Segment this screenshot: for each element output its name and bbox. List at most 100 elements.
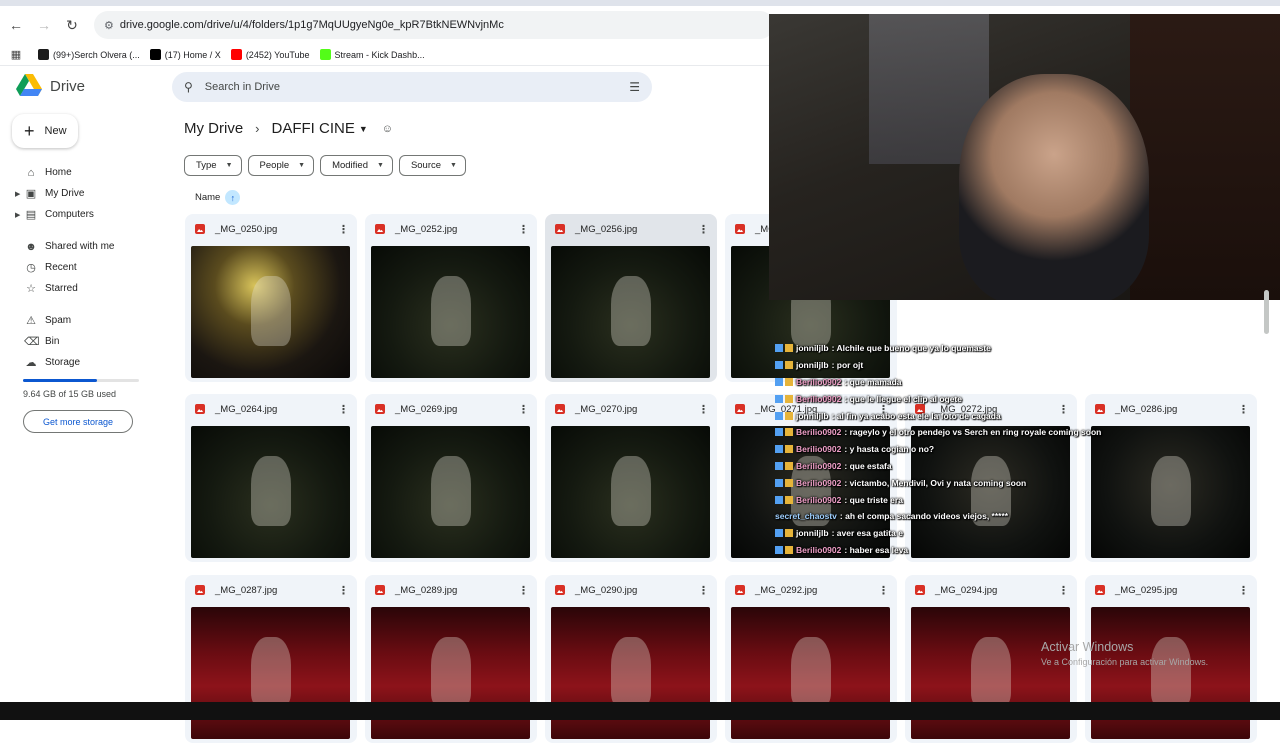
breadcrumb-current-folder[interactable]: DAFFI CINE (272, 120, 355, 137)
filter-people[interactable]: People ▼ (247, 155, 315, 176)
file-thumbnail[interactable] (551, 246, 710, 378)
get-more-storage-button[interactable]: Get more storage (23, 410, 133, 433)
filter-type[interactable]: Type ▼ (184, 155, 242, 176)
file-name: _MG_0250.jpg (215, 223, 278, 235)
search-input[interactable]: ⚲ Search in Drive ☰ (172, 72, 652, 102)
more-options-icon[interactable]: ⋮ (518, 223, 529, 236)
address-bar[interactable]: ⚙ drive.google.com/drive/u/4/folders/1p1… (94, 11, 774, 39)
file-card-header: _MG_0256.jpg ⋮ (545, 214, 717, 244)
sidebar-item-computers[interactable]: ▶ ▤ Computers (0, 204, 168, 225)
chat-username: jonniljlb (796, 410, 829, 421)
more-options-icon[interactable]: ⋮ (338, 223, 349, 236)
storage-meter (23, 379, 139, 382)
chat-badge-icon (785, 461, 793, 470)
sidebar-item-my-drive[interactable]: ▶ ▣ My Drive (0, 183, 168, 204)
sidebar-item-storage[interactable]: ☁ Storage (0, 352, 168, 373)
chat-message: jonniljlb: por ojt (775, 357, 1115, 374)
more-options-icon[interactable]: ⋮ (1238, 403, 1249, 416)
file-card[interactable]: _MG_0269.jpg ⋮ (365, 394, 537, 562)
file-card-header: _MG_0289.jpg ⋮ (365, 575, 537, 605)
chat-badge-icon (785, 529, 793, 538)
chat-username: secret_chaostv (775, 511, 837, 522)
tiktok-icon (38, 49, 49, 60)
search-icon: ⚲ (184, 80, 193, 94)
file-card[interactable]: _MG_0270.jpg ⋮ (545, 394, 717, 562)
apps-grid-icon[interactable]: ▦ (4, 43, 28, 67)
chat-message: Berilio0902: victambo, Mendivil, Ovi y n… (775, 474, 1115, 491)
image-file-icon (555, 404, 565, 414)
sidebar-item-shared[interactable]: ☻ Shared with me (0, 236, 168, 257)
more-options-icon[interactable]: ⋮ (698, 223, 709, 236)
chat-message: Berilio0902: rageylo y el otro pendejo v… (775, 424, 1115, 441)
bookmark-item[interactable]: (99+)Serch Olvera (... (38, 49, 140, 60)
search-options-icon[interactable]: ☰ (629, 80, 640, 94)
sidebar-item-starred[interactable]: ☆ Starred (0, 278, 168, 299)
sort-ascending-icon[interactable]: ↑ (225, 190, 241, 205)
more-options-icon[interactable]: ⋮ (338, 403, 349, 416)
site-info-icon[interactable]: ⚙ (104, 19, 114, 32)
chat-badge-icon (775, 495, 783, 504)
chat-username: jonniljlb (796, 360, 829, 371)
chat-badge-icon (785, 361, 793, 370)
caret-down-icon[interactable]: ▼ (359, 124, 368, 134)
filter-source[interactable]: Source ▼ (398, 155, 466, 176)
sidebar-item-recent[interactable]: ◷ Recent (0, 257, 168, 278)
chat-badge-icon (775, 411, 783, 420)
chat-badge-icon (775, 361, 783, 370)
trash-icon: ⌫ (24, 336, 40, 348)
file-thumbnail[interactable] (191, 426, 350, 558)
file-name: _MG_0287.jpg (215, 584, 278, 596)
people-icon: ☻ (25, 240, 37, 253)
chat-message: Berilio0902: que mamada (775, 374, 1115, 391)
file-card[interactable]: _MG_0250.jpg ⋮ (185, 214, 357, 382)
bookmark-item[interactable]: (17) Home / X (149, 49, 221, 60)
image-file-icon (375, 224, 385, 234)
storage-text: 9.64 GB of 15 GB used (23, 389, 117, 399)
bookmark-item[interactable]: Stream - Kick Dashb... (319, 49, 425, 60)
more-options-icon[interactable]: ⋮ (338, 584, 349, 597)
expand-icon[interactable]: ▶ (15, 190, 20, 198)
filter-modified[interactable]: Modified ▼ (320, 155, 393, 176)
file-card-header: _MG_0287.jpg ⋮ (185, 575, 357, 605)
bookmark-item[interactable]: (2452) YouTube (230, 49, 310, 60)
sort-by-name[interactable]: Name ↑ (195, 190, 241, 205)
file-card[interactable]: _MG_0252.jpg ⋮ (365, 214, 537, 382)
more-options-icon[interactable]: ⋮ (878, 584, 889, 597)
more-options-icon[interactable]: ⋮ (518, 584, 529, 597)
file-name: _MG_0269.jpg (395, 403, 458, 415)
x-icon (149, 49, 161, 60)
shared-folder-icon[interactable]: ☺ (382, 123, 393, 135)
file-card[interactable]: _MG_0264.jpg ⋮ (185, 394, 357, 562)
drive-logo[interactable]: Drive (16, 74, 85, 98)
image-file-icon (555, 585, 565, 595)
more-options-icon[interactable]: ⋮ (698, 403, 709, 416)
sidebar-item-bin[interactable]: ⌫ Bin (0, 331, 168, 352)
sidebar-item-home[interactable]: ⌂ Home (0, 162, 168, 183)
file-card[interactable]: _MG_0256.jpg ⋮ (545, 214, 717, 382)
chat-username: Berilio0902 (796, 376, 842, 387)
chat-username: Berilio0902 (796, 544, 842, 555)
reload-icon[interactable]: ↻ (60, 13, 84, 37)
chat-text: : por ojt (831, 360, 864, 371)
forward-icon[interactable]: → (32, 13, 56, 37)
file-thumbnail[interactable] (371, 426, 530, 558)
url-text: drive.google.com/drive/u/4/folders/1p1g7… (119, 19, 504, 31)
chat-text: : aver esa gatita e (831, 528, 903, 539)
file-thumbnail[interactable] (191, 246, 350, 378)
chat-badge-icon (775, 394, 783, 403)
file-thumbnail[interactable] (371, 246, 530, 378)
more-options-icon[interactable]: ⋮ (1238, 584, 1249, 597)
new-button[interactable]: + New (12, 114, 78, 148)
breadcrumb-my-drive[interactable]: My Drive (184, 120, 243, 137)
storage-meter-fill (23, 379, 98, 382)
back-icon[interactable]: ← (4, 13, 28, 37)
chat-message: Berilio0902: que triste era (775, 491, 1115, 508)
more-options-icon[interactable]: ⋮ (698, 584, 709, 597)
scrollbar[interactable] (1264, 290, 1269, 334)
sidebar-item-spam[interactable]: ⚠ Spam (0, 310, 168, 331)
more-options-icon[interactable]: ⋮ (518, 403, 529, 416)
expand-icon[interactable]: ▶ (15, 211, 20, 219)
more-options-icon[interactable]: ⋮ (1058, 584, 1069, 597)
image-file-icon (555, 224, 565, 234)
file-thumbnail[interactable] (551, 426, 710, 558)
